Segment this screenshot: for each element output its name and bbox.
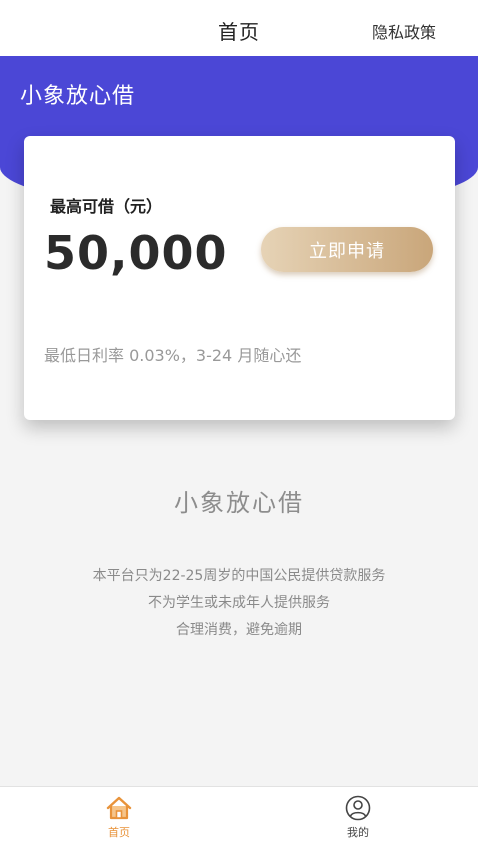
notice-line: 本平台只为22-25周岁的中国公民提供贷款服务: [92, 568, 386, 584]
about-slogan: 小象放心借: [174, 489, 304, 517]
app-brand-title: 小象放心借: [20, 84, 136, 109]
max-loan-label: 最高可借（元）: [50, 197, 163, 216]
home-icon: [106, 796, 132, 820]
tab-home-label: 首页: [108, 826, 130, 839]
notice-line: 合理消费，避免逾期: [176, 622, 302, 638]
apply-now-button[interactable]: 立即申请: [261, 227, 433, 272]
bottom-tab-bar: 首页 我的: [0, 786, 478, 851]
tab-mine-label: 我的: [347, 826, 369, 839]
interest-rate-text: 最低日利率 0.03%，3-24 月随心还: [44, 346, 302, 365]
tab-home[interactable]: 首页: [79, 795, 159, 840]
notice-line: 不为学生或未成年人提供服务: [148, 595, 330, 611]
loan-card: 最高可借（元） 50,000 立即申请 最低日利率 0.03%，3-24 月随心…: [24, 136, 455, 420]
top-bar: 首页 隐私政策: [0, 0, 478, 56]
user-icon: [345, 795, 371, 821]
privacy-policy-link[interactable]: 隐私政策: [372, 19, 436, 43]
tab-mine[interactable]: 我的: [318, 795, 398, 840]
max-loan-amount: 50,000: [44, 226, 228, 280]
